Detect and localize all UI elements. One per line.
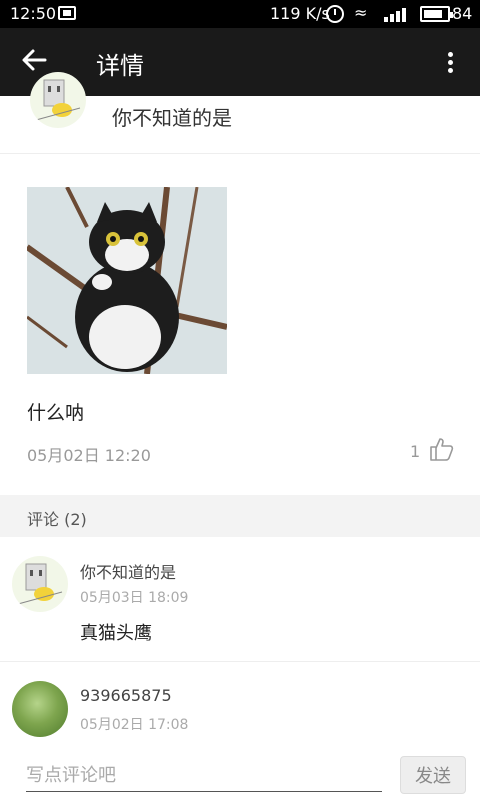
comment-input-bar: 发送 [0, 752, 480, 800]
plug-character-icon [17, 563, 63, 605]
comments-section-header: 评论 (2) [0, 495, 480, 537]
status-bar: 12:50 119 K/s ≈ 84 [0, 0, 480, 28]
post-author-name[interactable]: 你不知道的是 [112, 102, 232, 131]
comment-timestamp: 05月02日 17:08 [80, 717, 189, 733]
post-image[interactable] [27, 187, 227, 374]
comment-timestamp: 05月03日 18:09 [80, 590, 189, 606]
more-options-button[interactable] [440, 48, 460, 78]
comment-text: 真猫头鹰 [80, 623, 152, 644]
post-header: 你不知道的是 [0, 72, 480, 154]
like-count: 1 [410, 442, 421, 461]
plug-character-icon [35, 79, 81, 121]
comment-item[interactable]: 你不知道的是 05月03日 18:09 真猫头鹰 [0, 537, 480, 662]
network-speed: 119 K/s [270, 4, 330, 23]
commenter-name[interactable]: 939665875 [80, 686, 172, 705]
post-text: 什么呐 [27, 402, 85, 424]
page-title: 详情 [96, 52, 144, 80]
comment-input[interactable] [26, 760, 382, 792]
cat-photo [27, 187, 227, 374]
send-button[interactable]: 发送 [400, 756, 466, 794]
comment-item[interactable]: 939665875 05月02日 17:08 [0, 662, 480, 752]
author-avatar[interactable] [30, 72, 86, 128]
wifi-icon: ≈ [354, 3, 368, 22]
alarm-icon [326, 5, 344, 23]
commenter-avatar[interactable] [12, 681, 68, 737]
status-time: 12:50 [10, 4, 57, 23]
thumbs-up-icon[interactable] [428, 436, 454, 462]
commenter-avatar[interactable] [12, 556, 68, 612]
signal-icon [384, 6, 408, 22]
battery-level: 84 [452, 4, 473, 23]
arrow-left-icon [22, 49, 47, 71]
notification-icon [58, 6, 76, 20]
battery-icon [420, 6, 453, 22]
commenter-name[interactable]: 你不知道的是 [80, 559, 176, 583]
comments-count-label: 评论 (2) [27, 510, 87, 529]
post-timestamp: 05月02日 12:20 [27, 446, 151, 465]
